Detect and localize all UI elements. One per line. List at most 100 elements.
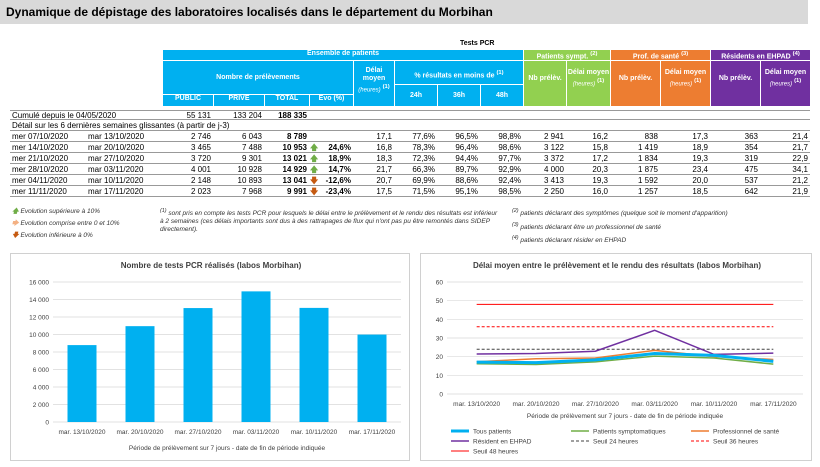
cell-prive: 6 043 — [241, 132, 262, 141]
cell-p48: 97,7% — [498, 154, 521, 163]
cell-e-nb: 642 — [744, 187, 758, 196]
bar — [183, 308, 213, 422]
cell-ps-delai: 18,9 — [692, 143, 708, 152]
cell-p24: 71,5% — [412, 187, 435, 196]
page-title: Dynamique de dépistage des laboratoires … — [0, 0, 808, 24]
cell-to: mar 20/10/2020 — [88, 143, 145, 152]
cell-p24: 77,6% — [412, 132, 435, 141]
cell-from: mer 28/10/2020 — [12, 165, 69, 174]
y-tick-label: 20 — [436, 354, 444, 361]
cell-prive: 10 928 — [237, 165, 262, 174]
cell-from: mer 04/11/2020 — [12, 176, 68, 185]
y-tick-label: 8 000 — [33, 350, 50, 357]
y-tick-label: 14 000 — [29, 297, 49, 304]
x-axis-label: Période de prélèvement sur 7 jours - dat… — [129, 445, 326, 452]
cell-ps-nb: 1 257 — [637, 187, 658, 196]
cell-to: mar 27/10/2020 — [88, 154, 145, 163]
x-tick-label: mar. 20/10/2020 — [117, 429, 164, 436]
cell-total: 10 953 — [282, 143, 307, 152]
cell-p24: 69,9% — [412, 176, 435, 185]
cell-p36: 95,1% — [455, 187, 478, 196]
line-chart-panel: Délai moyen entre le prélèvement et le r… — [420, 253, 812, 461]
cell-public: 4 001 — [190, 165, 211, 174]
y-tick-label: 0 — [45, 420, 49, 427]
cell-delai: 16,8 — [376, 143, 392, 152]
cell-delai: 20,7 — [376, 176, 392, 185]
legend-label: Professionnel de santé — [713, 429, 780, 436]
cell-e-delai: 21,7 — [792, 143, 808, 152]
cell-s-nb: 2 941 — [543, 132, 564, 141]
bar — [67, 345, 97, 422]
legend-down: 🡇 Evolution inférieure à 0% — [12, 232, 93, 239]
cell-p24: 66,3% — [412, 165, 435, 174]
bar — [241, 291, 271, 422]
cell-p36: 96,5% — [455, 132, 478, 141]
table-row: mer 07/10/2020 mar 13/10/2020 2 746 6 043 8 … — [10, 132, 810, 142]
header-e-delai: Délai moyen (heures) (1) — [761, 61, 810, 106]
cumul-total: 188 335 — [278, 111, 307, 120]
cell-s-nb: 3 413 — [543, 176, 564, 185]
cell-prive: 9 301 — [241, 154, 262, 163]
cell-from: mer 21/10/2020 — [12, 154, 69, 163]
cell-total: 9 991 — [286, 187, 307, 196]
cumul-label: Cumulé depuis le 04/05/2020 — [12, 111, 117, 120]
y-tick-label: 0 — [439, 392, 443, 399]
cell-s-nb: 3 122 — [543, 143, 564, 152]
cell-delai: 17,1 — [376, 132, 392, 141]
y-tick-label: 10 000 — [29, 332, 49, 339]
cell-p36: 96,4% — [455, 143, 478, 152]
header-s-nb: Nb prélèv. — [524, 61, 566, 106]
cell-e-delai: 34,1 — [792, 165, 808, 174]
cell-public: 2 148 — [190, 176, 211, 185]
cell-from: mer 14/10/2020 — [12, 143, 69, 152]
cell-s-delai: 16,0 — [592, 187, 608, 196]
header-delai: Délai moyen (heures) (1) — [354, 61, 394, 106]
header-s-delai: Délai moyen (heures) (1) — [567, 61, 610, 106]
cell-total: 8 789 — [286, 132, 307, 141]
cell-s-delai: 16,2 — [592, 132, 608, 141]
x-tick-label: mar. 17/11/2020 — [750, 401, 797, 408]
y-tick-label: 12 000 — [29, 315, 49, 322]
cell-prive: 10 893 — [237, 176, 262, 185]
table-row: mer 21/10/2020 mar 27/10/2020 3 720 9 301 13… — [10, 154, 810, 164]
cell-total: 13 041 — [282, 176, 307, 185]
table-row: mer 11/11/2020 mar 17/11/2020 2 023 7 968 9 … — [10, 187, 810, 197]
cell-p24: 78,3% — [412, 143, 435, 152]
cell-p36: 89,7% — [455, 165, 478, 174]
x-tick-label: mar. 03/11/2020 — [631, 401, 678, 408]
header-e-nb: Nb prélèv. — [711, 61, 760, 106]
y-tick-label: 40 — [436, 317, 444, 324]
cell-e-delai: 21,2 — [792, 176, 808, 185]
cell-ps-delai: 19,3 — [692, 154, 708, 163]
header-ps-nb: Nb prélèv. — [611, 61, 660, 106]
cell-s-nb: 4 000 — [543, 165, 564, 174]
cell-total: 13 021 — [282, 154, 307, 163]
cell-public: 2 746 — [190, 132, 211, 141]
y-tick-label: 4 000 — [33, 385, 50, 392]
header-evo: Evo (%) — [310, 95, 353, 106]
y-tick-label: 6 000 — [33, 367, 50, 374]
x-tick-label: mar. 10/11/2020 — [291, 429, 338, 436]
cell-p36: 88,6% — [455, 176, 478, 185]
cell-s-delai: 17,2 — [592, 154, 608, 163]
y-tick-label: 30 — [436, 336, 444, 343]
cell-total: 14 929 — [282, 165, 307, 174]
header-nb-prelevements: Nombre de prélèvements — [163, 61, 353, 94]
header-48h: 48h — [481, 85, 523, 106]
cell-ps-nb: 838 — [644, 132, 658, 141]
legend-label: Seuil 48 heures — [473, 449, 519, 456]
cell-e-nb: 354 — [744, 143, 758, 152]
cell-delai: 18,3 — [376, 154, 392, 163]
cell-public: 2 023 — [190, 187, 211, 196]
cell-prive: 7 968 — [241, 187, 262, 196]
x-tick-label: mar. 13/10/2020 — [59, 429, 106, 436]
arrow-right-icon: 🡆 — [12, 220, 19, 227]
cumul-public: 55 131 — [186, 111, 211, 120]
cell-to: mar 10/11/2020 — [88, 176, 144, 185]
y-tick-label: 60 — [436, 280, 444, 287]
cell-from: mer 07/10/2020 — [12, 132, 69, 141]
cell-ps-delai: 20,0 — [692, 176, 708, 185]
legend-label: Seuil 24 heures — [593, 439, 639, 446]
cell-ps-delai: 17,3 — [692, 132, 708, 141]
cell-p48: 92,9% — [498, 165, 521, 174]
